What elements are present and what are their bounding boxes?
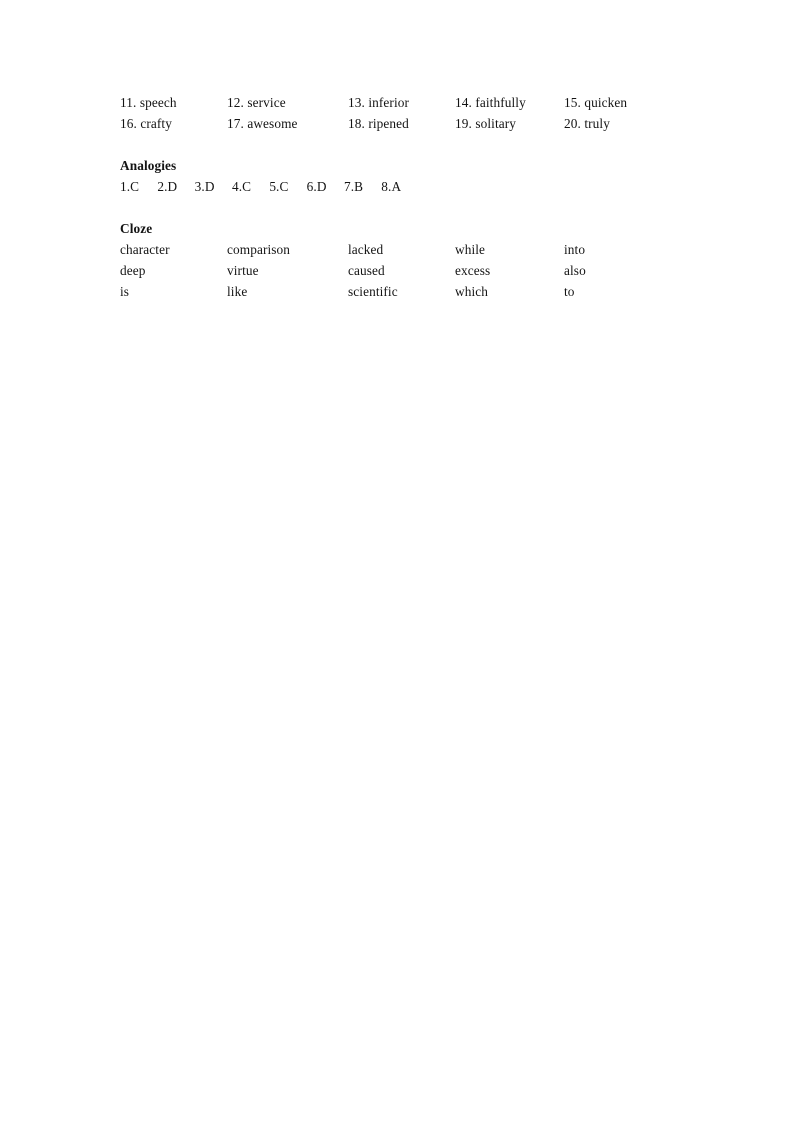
cloze-answer: scientific <box>348 284 398 299</box>
cloze-answer: is <box>120 284 130 299</box>
analogies-answer: 6.D <box>306 179 327 194</box>
cloze-answer: like <box>227 284 248 299</box>
cloze-row: is like scientific which to <box>120 281 680 302</box>
cloze-answer: while <box>455 242 486 257</box>
cloze-answer: to <box>564 284 575 299</box>
cloze-answer: also <box>564 263 586 278</box>
cloze-answer: excess <box>455 263 491 278</box>
analogies-answers-row: 1.C 2.D 3.D 4.C 5.C 6.D 7.B 8.A <box>120 176 680 197</box>
cloze-answer: lacked <box>348 242 384 257</box>
vocabulary-answer: 11. speech <box>120 95 177 110</box>
analogies-answer: 2.D <box>157 179 178 194</box>
analogies-heading: Analogies <box>120 158 177 173</box>
cloze-heading: Cloze <box>120 221 153 236</box>
analogies-answer: 1.C <box>120 179 140 194</box>
vocabulary-answer: 17. awesome <box>227 116 298 131</box>
cloze-answer: caused <box>348 263 385 278</box>
vocabulary-answer: 20. truly <box>564 116 610 131</box>
analogies-answer: 8.A <box>381 179 402 194</box>
analogies-answer: 4.C <box>231 179 252 194</box>
cloze-answer: comparison <box>227 242 291 257</box>
cloze-answer: character <box>120 242 170 257</box>
vocabulary-row: 11. speech 12. service 13. inferior 14. … <box>120 92 680 113</box>
cloze-answer: deep <box>120 263 146 278</box>
analogies-answer: 7.B <box>343 179 364 194</box>
analogies-answer: 5.C <box>269 179 289 194</box>
vocabulary-answer: 18. ripened <box>348 116 409 131</box>
cloze-row: character comparison lacked while into <box>120 239 680 260</box>
vocabulary-answer: 15. quicken <box>564 95 628 110</box>
cloze-answer: which <box>455 284 488 299</box>
vocabulary-row: 16. crafty 17. awesome 18. ripened 19. s… <box>120 113 680 134</box>
document-page: 11. speech 12. service 13. inferior 14. … <box>0 0 793 1122</box>
vocabulary-answer: 14. faithfully <box>455 95 526 110</box>
vocabulary-answer: 13. inferior <box>348 95 410 110</box>
answer-key-content: 11. speech 12. service 13. inferior 14. … <box>120 92 680 302</box>
analogies-answer: 3.D <box>194 179 215 194</box>
vocabulary-answer: 19. solitary <box>455 116 517 131</box>
cloze-answer: into <box>564 242 586 257</box>
cloze-row: deep virtue caused excess also <box>120 260 680 281</box>
vocabulary-answer: 12. service <box>227 95 286 110</box>
cloze-answer: virtue <box>227 263 259 278</box>
vocabulary-answer: 16. crafty <box>120 116 172 131</box>
vocabulary-answers-block: 11. speech 12. service 13. inferior 14. … <box>120 92 680 134</box>
